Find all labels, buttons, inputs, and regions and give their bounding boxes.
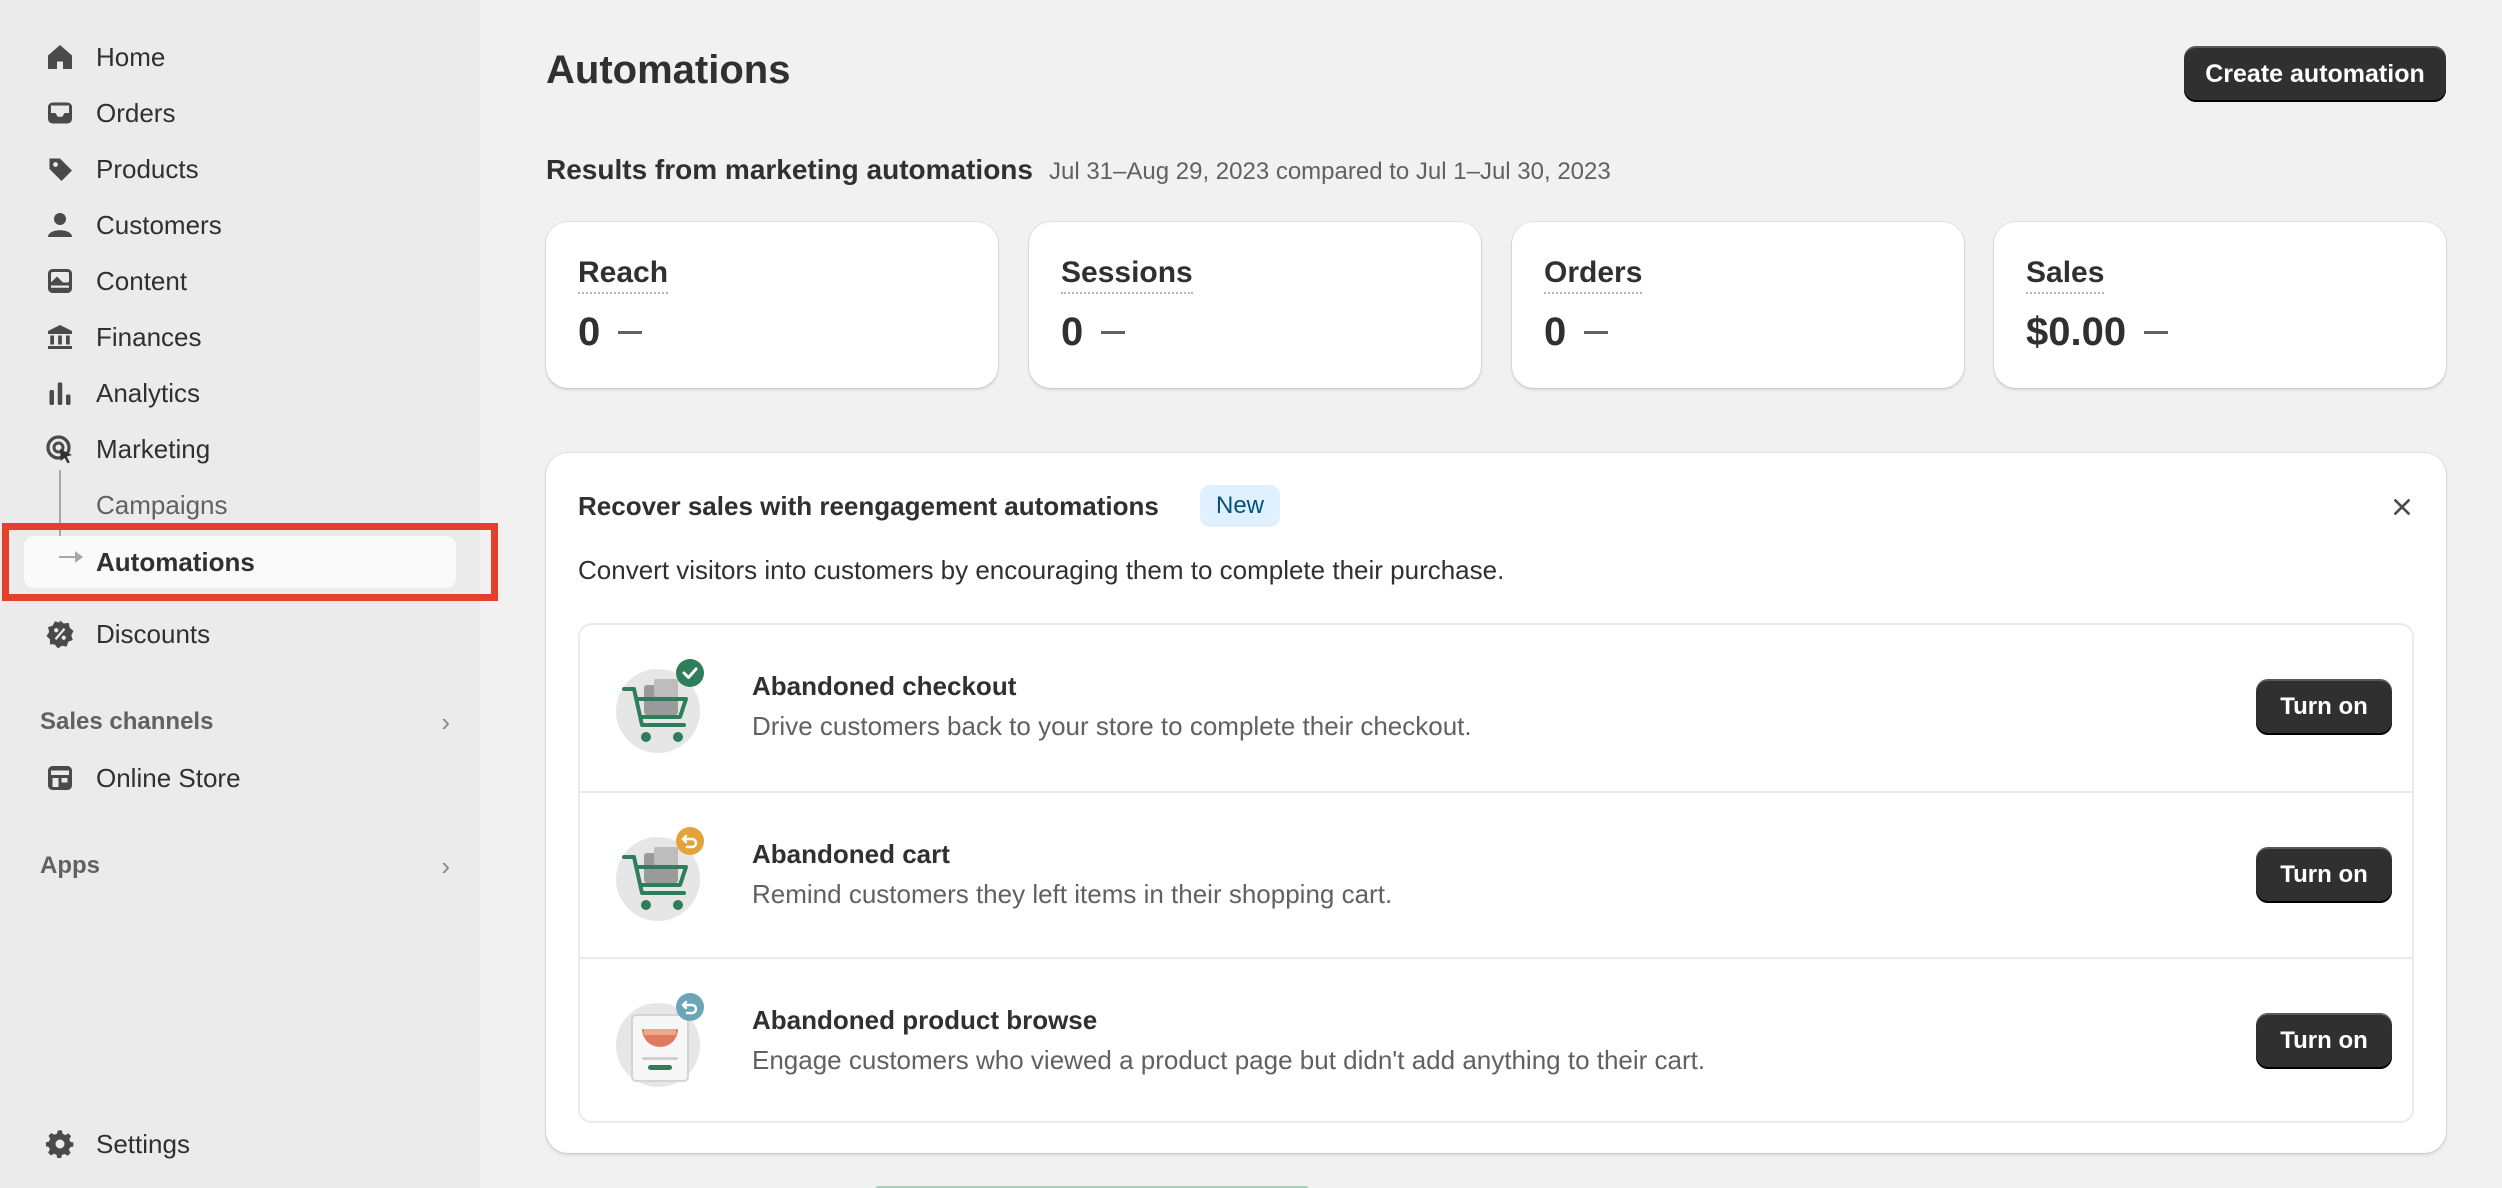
metric-card-sessions: Sessions 0 (1029, 222, 1481, 388)
metric-card-reach: Reach 0 (546, 222, 998, 388)
metric-card-sales: Sales $0.00 (1994, 222, 2446, 388)
metric-card-orders: Orders 0 (1512, 222, 1964, 388)
sidebar-item-customers[interactable]: Customers (40, 201, 460, 249)
bar-chart-icon (40, 373, 80, 413)
inbox-icon (40, 93, 80, 133)
chevron-right-icon: › (441, 850, 450, 881)
sidebar-item-orders[interactable]: Orders (40, 89, 460, 137)
turn-on-button[interactable]: Turn on (2256, 847, 2392, 903)
metric-value: $0.00 (2026, 310, 2127, 354)
sidebar-item-online-store[interactable]: Online Store (40, 754, 460, 802)
tree-arrow-overlay (59, 551, 83, 563)
sidebar-item-home[interactable]: Home (40, 33, 460, 81)
sidebar-item-content[interactable]: Content (40, 257, 460, 305)
person-icon (40, 205, 80, 245)
automation-row-abandoned-cart: Abandoned cart Remind customers they lef… (580, 791, 2412, 957)
metric-value: 0 (578, 310, 601, 354)
automation-row-abandoned-product-browse: Abandoned product browse Engage customer… (580, 957, 2412, 1121)
sidebar-item-label: Discounts (96, 618, 211, 649)
sidebar-subitem-campaigns[interactable]: Campaigns (96, 481, 228, 529)
results-title: Results from marketing automations (546, 154, 1033, 185)
dash-icon (1101, 331, 1126, 334)
section-label: Sales channels (40, 708, 214, 735)
create-automation-button[interactable]: Create automation (2184, 46, 2446, 102)
discount-icon (40, 614, 80, 654)
page-title: Automations (546, 48, 791, 92)
automation-title: Abandoned product browse (752, 1005, 1098, 1035)
cart-check-icon (610, 659, 710, 759)
date-range[interactable]: Jul 31–Aug 29, 2023 compared to Jul 1–Ju… (1049, 158, 1611, 186)
metric-value: 0 (1544, 310, 1567, 354)
sidebar-item-label: Home (96, 41, 166, 72)
results-header: Results from marketing automations Jul 3… (546, 154, 1611, 186)
automation-description: Engage customers who viewed a product pa… (752, 1045, 1706, 1075)
image-icon (40, 261, 80, 301)
new-badge: New (1200, 485, 1281, 527)
sidebar-item-analytics[interactable]: Analytics (40, 369, 460, 417)
cart-return-icon (610, 827, 710, 927)
sidebar-item-products[interactable]: Products (40, 145, 460, 193)
metric-label[interactable]: Sales (2026, 256, 2105, 294)
sidebar-item-label: Analytics (96, 377, 201, 408)
metric-label[interactable]: Orders (1544, 256, 1643, 294)
sidebar-item-settings[interactable]: Settings (40, 1120, 460, 1168)
sales-channels-heading[interactable]: Sales channels › (40, 700, 450, 744)
card-description: Convert visitors into customers by encou… (578, 555, 1505, 585)
sidebar-item-label: Marketing (96, 433, 211, 464)
apps-heading[interactable]: Apps › (40, 844, 450, 888)
dash-icon (2144, 331, 2169, 334)
sidebar-item-label: Customers (96, 209, 222, 240)
home-icon (40, 37, 80, 77)
chevron-right-icon: › (441, 706, 450, 737)
target-icon (40, 429, 80, 469)
section-label: Apps (40, 852, 100, 879)
metric-label[interactable]: Sessions (1061, 256, 1193, 294)
tag-icon (40, 149, 80, 189)
sidebar-item-label: Settings (96, 1128, 190, 1159)
sidebar-item-label: Online Store (96, 762, 241, 793)
sidebar: Home Orders Products Customers Content F… (0, 0, 498, 1188)
turn-on-button[interactable]: Turn on (2256, 1013, 2392, 1069)
sidebar-item-discounts[interactable]: Discounts (40, 610, 460, 658)
dash-icon (618, 331, 643, 334)
automation-description: Remind customers they left items in thei… (752, 879, 1393, 909)
reengagement-card: Recover sales with reengagement automati… (546, 453, 2446, 1153)
automation-title: Abandoned checkout (752, 671, 1017, 701)
sidebar-item-label: Orders (96, 97, 176, 128)
sidebar-item-label: Content (96, 265, 188, 296)
dash-icon (1584, 331, 1609, 334)
sidebar-item-label: Finances (96, 321, 202, 352)
turn-on-button[interactable]: Turn on (2256, 679, 2392, 735)
store-icon (40, 758, 80, 798)
sidebar-item-marketing[interactable]: Marketing (40, 425, 460, 473)
product-page-icon (610, 993, 710, 1093)
metric-value: 0 (1061, 310, 1084, 354)
sidebar-subitem-label: Campaigns (96, 489, 228, 520)
automation-title: Abandoned cart (752, 839, 950, 869)
bank-icon (40, 317, 80, 357)
automation-description: Drive customers back to your store to co… (752, 711, 1472, 741)
automation-row-abandoned-checkout: Abandoned checkout Drive customers back … (580, 625, 2412, 791)
close-icon[interactable] (2384, 489, 2420, 525)
sidebar-item-finances[interactable]: Finances (40, 313, 460, 361)
automation-list: Abandoned checkout Drive customers back … (578, 623, 2414, 1123)
card-title: Recover sales with reengagement automati… (578, 491, 1159, 521)
sidebar-item-label: Products (96, 153, 199, 184)
metric-label[interactable]: Reach (578, 256, 669, 294)
gear-icon (40, 1124, 80, 1164)
